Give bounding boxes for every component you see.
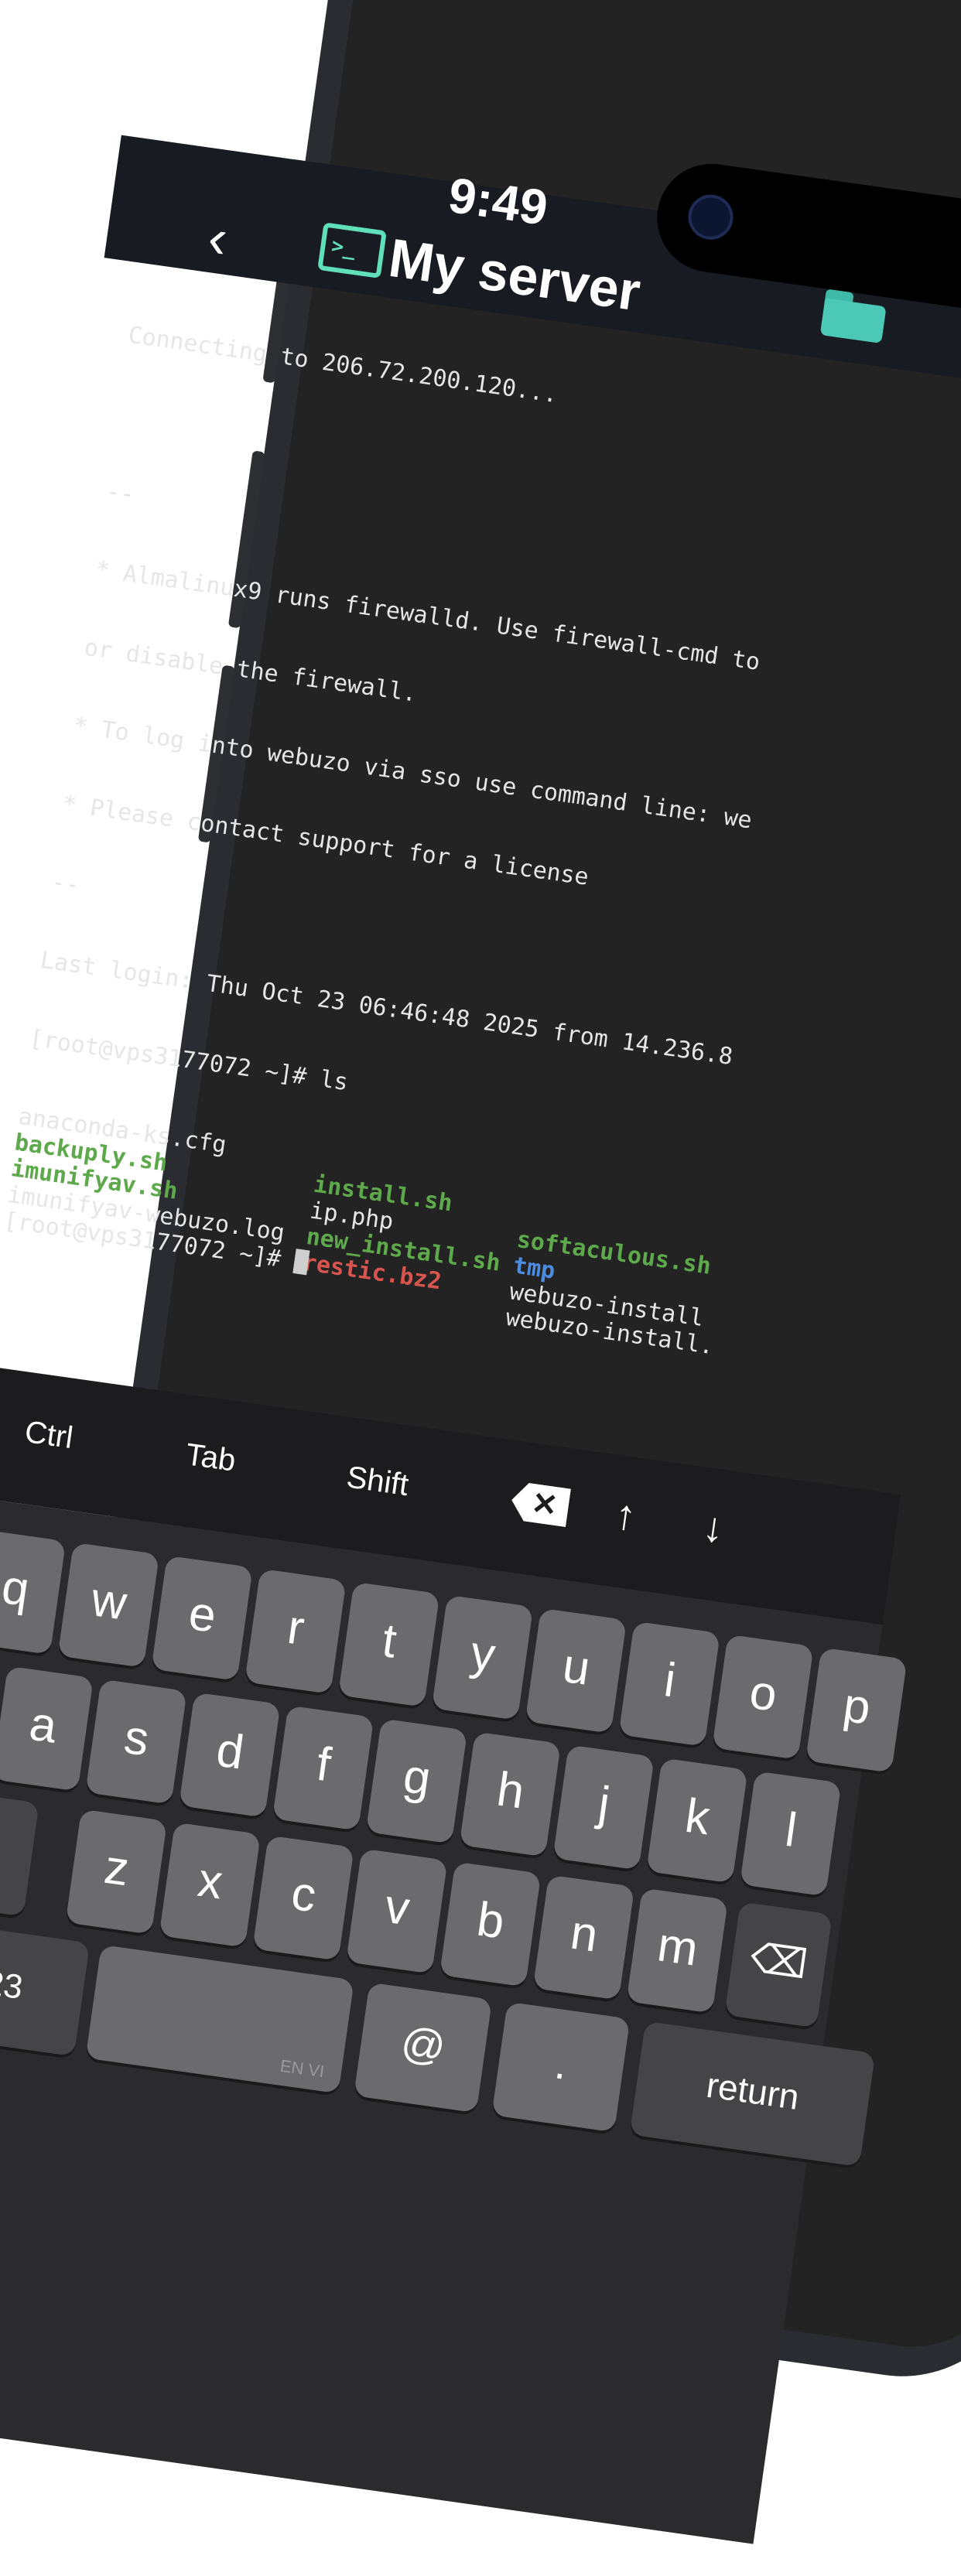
key-f[interactable]: f <box>272 1705 374 1831</box>
key-c[interactable]: c <box>252 1835 354 1961</box>
terminal-line: Last login: Thu Oct 23 06:46:48 2025 fro… <box>39 946 735 1071</box>
key-i[interactable]: i <box>618 1621 720 1747</box>
key-d[interactable]: d <box>179 1692 281 1818</box>
key-p[interactable]: p <box>805 1647 908 1773</box>
dot-key[interactable]: . <box>491 2001 631 2133</box>
key-j[interactable]: j <box>552 1744 655 1871</box>
ctrl-key[interactable]: Ctrl <box>22 1415 75 1456</box>
key-e[interactable]: e <box>151 1555 253 1681</box>
terminal-line: or disable the firewall. <box>82 634 419 708</box>
key-v[interactable]: v <box>346 1848 448 1974</box>
key-g[interactable]: g <box>365 1718 468 1844</box>
terminal-line: * To log into webuzo via sso use command… <box>71 712 754 835</box>
terminal-output[interactable]: Connecting to 206.72.200.120... -- * Alm… <box>0 270 961 1436</box>
phone-device: 9:49 ‹ >_ My server Connecting to 206.72… <box>0 0 961 2544</box>
key-x[interactable]: x <box>159 1822 261 1948</box>
backspace-icon: ⌫ <box>747 1935 810 1988</box>
key-w[interactable]: w <box>57 1542 160 1668</box>
key-u[interactable]: u <box>525 1607 628 1734</box>
tab-key[interactable]: Tab <box>183 1437 238 1479</box>
key-r[interactable]: r <box>245 1568 347 1694</box>
key-m[interactable]: m <box>626 1888 728 2014</box>
key-k[interactable]: k <box>646 1758 748 1884</box>
key-y[interactable]: y <box>431 1594 534 1720</box>
key-l[interactable]: l <box>739 1771 842 1897</box>
key-b[interactable]: b <box>439 1861 542 1987</box>
key-n[interactable]: n <box>532 1874 635 2000</box>
at-key[interactable]: @ <box>354 1982 493 2113</box>
key-o[interactable]: o <box>712 1634 814 1760</box>
back-button[interactable]: ‹ <box>204 207 258 271</box>
camera-icon <box>685 191 737 243</box>
key-a[interactable]: a <box>0 1666 94 1792</box>
key-h[interactable]: h <box>459 1731 562 1857</box>
folder-button[interactable] <box>819 289 888 343</box>
key-z[interactable]: z <box>65 1809 168 1935</box>
key-s[interactable]: s <box>85 1679 187 1805</box>
key-t[interactable]: t <box>337 1581 440 1707</box>
backspace-key[interactable]: ⌫ <box>724 1901 833 2028</box>
terminal-line: -- <box>50 868 81 900</box>
terminal-icon: >_ <box>317 222 387 279</box>
terminal-line: * Please contact support for a license <box>60 790 590 891</box>
terminal-line: * Almalinux9 runs firewalld. Use firewal… <box>93 555 762 676</box>
language-indicator: EN VI <box>279 2055 326 2082</box>
